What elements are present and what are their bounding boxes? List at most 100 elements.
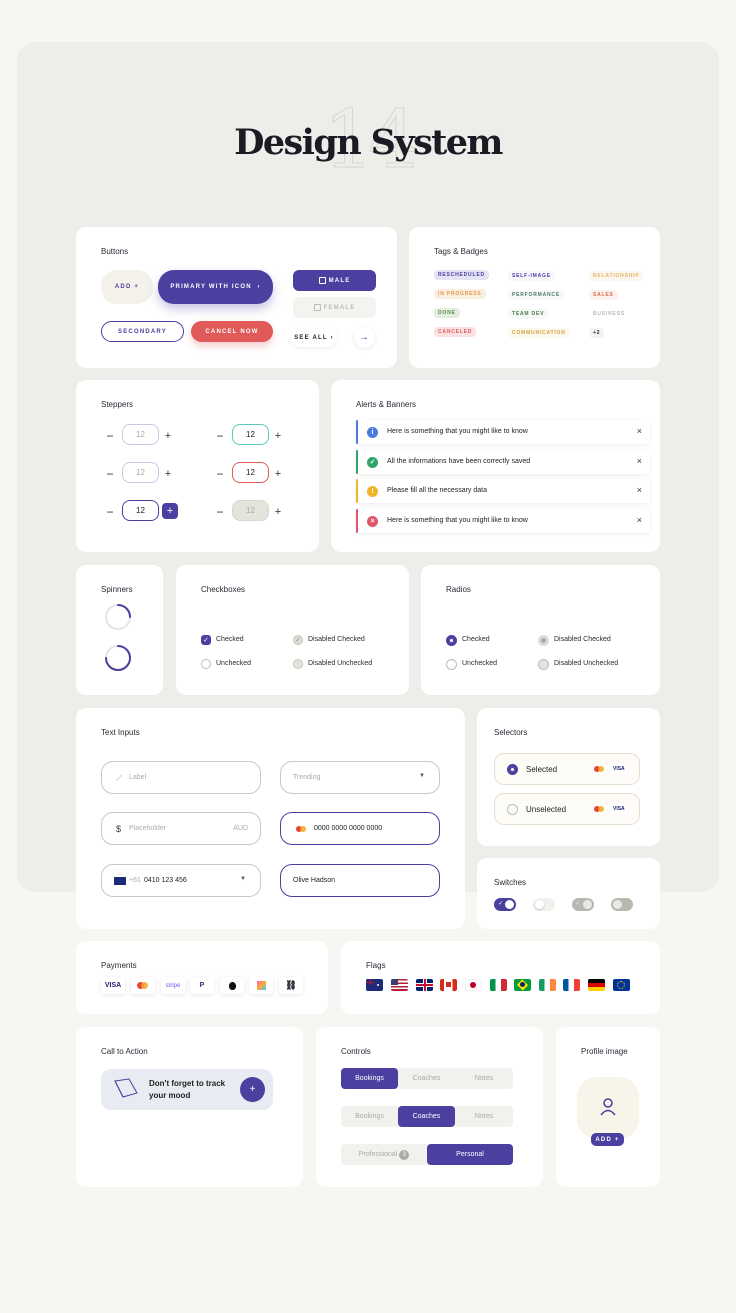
segmented-control: Professional 3 Personal bbox=[341, 1144, 513, 1165]
tab-bookings[interactable]: Bookings bbox=[341, 1106, 398, 1127]
segmented-control: Bookings Coaches Notes bbox=[341, 1106, 513, 1127]
minus-button[interactable]: − bbox=[104, 505, 116, 519]
label-placeholder: Label bbox=[129, 774, 147, 781]
checkbox-disabled-unchecked bbox=[293, 659, 303, 669]
switch-knob bbox=[535, 900, 544, 909]
tab-notes[interactable]: Notes bbox=[455, 1068, 513, 1089]
radio-label: Disabled Checked bbox=[554, 636, 611, 643]
female-icon bbox=[313, 304, 321, 311]
count-badge: 3 bbox=[399, 1149, 410, 1160]
radio-label: Unchecked bbox=[462, 660, 498, 667]
select-value: Trending bbox=[293, 774, 321, 781]
selector-selected[interactable]: Selected VISA bbox=[494, 753, 640, 785]
alert-bar bbox=[356, 420, 358, 444]
cta-add-button[interactable]: + bbox=[240, 1077, 265, 1102]
plus-button[interactable]: + bbox=[272, 506, 284, 518]
selector-unselected[interactable]: Unselected VISA bbox=[494, 793, 640, 825]
primary-with-icon-button[interactable]: PRIMARY WITH ICON › bbox=[158, 270, 273, 304]
label-input[interactable]: ⟋ Label bbox=[101, 761, 261, 794]
tag-badge: DONE bbox=[434, 308, 460, 318]
italy-flag-icon bbox=[490, 979, 507, 991]
arrow-right-icon: → bbox=[358, 332, 371, 343]
secondary-button[interactable]: SECONDARY bbox=[101, 321, 184, 342]
plus-button[interactable]: + bbox=[162, 468, 174, 480]
switches-card: Switches ✓ ✓ bbox=[477, 858, 660, 929]
tab-bookings[interactable]: Bookings bbox=[341, 1068, 398, 1089]
mastercard-icon bbox=[296, 825, 308, 833]
checkbox-checked[interactable]: ✓ bbox=[201, 635, 211, 645]
amount-placeholder: Placeholder bbox=[129, 825, 166, 832]
tab-personal[interactable]: Personal bbox=[427, 1144, 513, 1165]
phone-value: 0410 123 456 bbox=[144, 877, 187, 884]
arrow-right-button[interactable]: → bbox=[354, 327, 375, 348]
stepper-value[interactable]: 12 bbox=[232, 500, 269, 521]
switch-disabled-off bbox=[611, 898, 633, 911]
radio-unchecked[interactable] bbox=[446, 659, 457, 670]
amount-input[interactable]: $ Placeholder AUD bbox=[101, 812, 261, 845]
buttons-card: Buttons ADD + PRIMARY WITH ICON › MALE F… bbox=[76, 227, 397, 368]
close-icon[interactable]: × bbox=[637, 485, 642, 495]
tab-coaches[interactable]: Coaches bbox=[398, 1068, 455, 1089]
stepper-value[interactable]: 12 bbox=[232, 462, 269, 483]
switch-on[interactable]: ✓ bbox=[494, 898, 516, 911]
card-number-input[interactable]: 0000 0000 0000 0000 bbox=[280, 812, 440, 845]
ireland-flag-icon bbox=[539, 979, 556, 991]
cancel-now-button[interactable]: CANCEL NOW bbox=[191, 321, 273, 342]
avatar[interactable] bbox=[577, 1077, 639, 1139]
stepper-value[interactable]: 12 bbox=[122, 462, 159, 483]
minus-button[interactable]: − bbox=[214, 467, 226, 481]
add-photo-button[interactable]: ADD + bbox=[591, 1133, 624, 1146]
name-input[interactable]: Olive Hadson bbox=[280, 864, 440, 897]
plus-button[interactable]: + bbox=[162, 503, 178, 519]
tag-badge: BUSINESS bbox=[589, 309, 629, 319]
plus-button[interactable]: + bbox=[162, 430, 174, 442]
stepper-value[interactable]: 12 bbox=[232, 424, 269, 445]
mastercard-icon bbox=[593, 764, 607, 774]
tab-coaches[interactable]: Coaches bbox=[398, 1106, 455, 1127]
paypal-icon: P bbox=[190, 977, 214, 994]
female-button[interactable]: FEMALE bbox=[293, 297, 376, 318]
hero: 14 Design System bbox=[0, 99, 736, 190]
plus-button[interactable]: + bbox=[272, 430, 284, 442]
switch-off[interactable] bbox=[533, 898, 555, 911]
close-icon[interactable]: × bbox=[637, 456, 642, 466]
see-all-button[interactable]: SEE ALL › bbox=[291, 329, 337, 347]
switch-knob bbox=[505, 900, 514, 909]
phone-prefix: +61 bbox=[129, 877, 141, 884]
add-button[interactable]: ADD + bbox=[101, 270, 153, 304]
minus-button[interactable]: − bbox=[104, 429, 116, 443]
alert-text: Please fill all the necessary data bbox=[387, 487, 487, 494]
tab-professional[interactable]: Professional 3 bbox=[341, 1144, 427, 1165]
radio-unchecked bbox=[507, 804, 518, 815]
visa-icon: VISA bbox=[611, 764, 627, 774]
alert-bar bbox=[356, 479, 358, 503]
stepper-value[interactable]: 12 bbox=[122, 500, 159, 521]
close-icon[interactable]: × bbox=[637, 426, 642, 436]
minus-button[interactable]: − bbox=[104, 467, 116, 481]
alert-banner: ✓ All the informations have been correctl… bbox=[356, 449, 650, 474]
cta-banner[interactable]: Don't forget to track your mood + bbox=[101, 1069, 273, 1110]
alert-banner: × Here is something that you might like t… bbox=[356, 508, 650, 533]
male-button[interactable]: MALE bbox=[293, 270, 376, 291]
alert-text: Here is something that you might like to… bbox=[387, 428, 528, 435]
add-label: ADD bbox=[114, 284, 132, 290]
checkbox-unchecked[interactable] bbox=[201, 659, 211, 669]
radio-label: Disabled Unchecked bbox=[554, 660, 619, 667]
add-label: ADD bbox=[595, 1136, 612, 1143]
alert-banner: i Here is something that you might like t… bbox=[356, 420, 650, 444]
currency-symbol: $ bbox=[116, 824, 122, 834]
segmented-control: Bookings Coaches Notes bbox=[341, 1068, 513, 1089]
close-icon[interactable]: × bbox=[637, 515, 642, 525]
radio-checked[interactable] bbox=[446, 635, 457, 646]
tab-notes[interactable]: Notes bbox=[455, 1106, 513, 1127]
minus-button[interactable]: − bbox=[214, 505, 226, 519]
spinner-icon bbox=[105, 645, 131, 671]
minus-button[interactable]: − bbox=[214, 429, 226, 443]
eu-flag-icon bbox=[613, 979, 630, 991]
trending-select[interactable]: Trending ▼ bbox=[280, 761, 440, 794]
stepper-value[interactable]: 12 bbox=[122, 424, 159, 445]
name-value: Olive Hadson bbox=[293, 877, 336, 884]
plus-button[interactable]: + bbox=[272, 468, 284, 480]
phone-input[interactable]: +61 0410 123 456 ▼ bbox=[101, 864, 261, 897]
alerts-card: Alerts & Banners i Here is something that… bbox=[331, 380, 660, 552]
